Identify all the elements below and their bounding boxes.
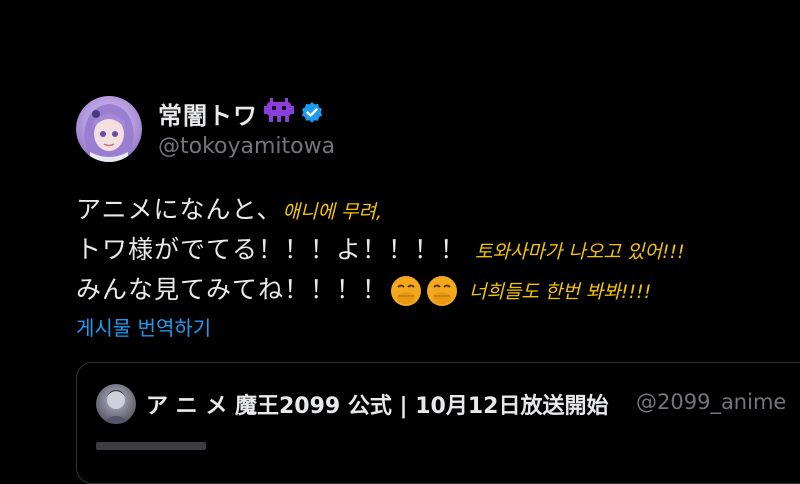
quoted-tweet-card[interactable]: [76, 362, 800, 484]
author-display-name[interactable]: 常闇トワ: [158, 96, 258, 131]
face-with-hand-over-mouth-emoji-icon: [389, 274, 423, 308]
tweet-text-3: みんな見てみてね！！！！: [76, 275, 389, 304]
tweet-text-2: トワ様がでてる！！！よ！！！！: [76, 235, 467, 264]
tweet-line-3: みんな見てみてね！！！！ 너희들도 한번 봐봐!!!!: [76, 270, 651, 308]
subtitle-text-3: 너희들도 한번 봐봐!!!!: [468, 281, 652, 303]
face-with-hand-over-mouth-emoji-icon: [425, 274, 459, 308]
purple-invader-emoji-icon: [264, 98, 294, 128]
translate-post-link[interactable]: 게시물 번역하기: [76, 312, 211, 341]
tweet-line-1: アニメになんと、애니에 무려,: [76, 190, 382, 226]
author-avatar[interactable]: [76, 96, 142, 162]
verified-badge-icon[interactable]: [300, 101, 324, 125]
tweet-line-2: トワ様がでてる！！！よ！！！！ 토와사마가 나오고 있어!!!: [76, 230, 685, 266]
quoted-media-preview[interactable]: [96, 442, 206, 450]
author-handle[interactable]: @tokoyamitowa: [158, 134, 335, 159]
author-name-row: 常闇トワ: [158, 96, 324, 130]
tweet-text-1: アニメになんと、: [76, 195, 283, 224]
quoted-author-handle[interactable]: @2099_anime: [636, 390, 786, 414]
subtitle-text-2: 토와사마가 나오고 있어!!!: [474, 241, 685, 263]
quoted-author-avatar[interactable]: [96, 384, 136, 424]
subtitle-text-1: 애니에 무려,: [282, 201, 382, 223]
quoted-author-name[interactable]: ア ニ メ 魔王2099 公式 | 10月12日放送開始: [146, 388, 608, 420]
